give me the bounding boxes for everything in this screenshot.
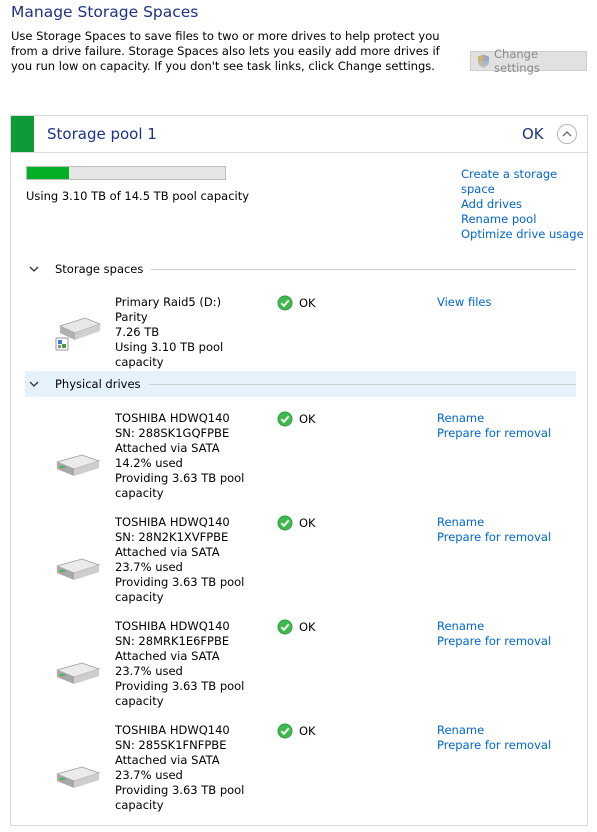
drive-model: TOSHIBA HDWQ140: [115, 515, 230, 529]
drive-info: TOSHIBA HDWQ140 SN: 28N2K1XVFPBE Attache…: [115, 515, 255, 605]
rename-drive-link[interactable]: Rename: [437, 619, 551, 634]
drive-connection: Attached via SATA: [115, 649, 220, 663]
pool-status-bar: [11, 116, 34, 152]
ok-check-icon: [277, 723, 293, 739]
storage-space-usage: Using 3.10 TB pool capacity: [115, 340, 224, 369]
storage-pool-panel: Storage pool 1 OK Using 3.10 TB of 14.5 …: [10, 115, 588, 826]
drive-info: TOSHIBA HDWQ140 SN: 288SK1GQFPBE Attache…: [115, 411, 255, 501]
change-settings-button[interactable]: Change settings: [470, 47, 587, 75]
drive-serial: SN: 285SK1FNFPBE: [115, 738, 227, 752]
storage-space-name: Primary Raid5 (D:): [115, 295, 222, 309]
storage-spaces-section-header[interactable]: Storage spaces: [25, 256, 576, 282]
prepare-for-removal-link[interactable]: Prepare for removal: [437, 634, 551, 649]
ok-check-icon: [277, 619, 293, 635]
physical-drive-row: TOSHIBA HDWQ140 SN: 285SK1FNFPBE Attache…: [11, 723, 587, 823]
drive-model: TOSHIBA HDWQ140: [115, 411, 230, 425]
shield-icon: [478, 54, 489, 68]
rename-drive-link[interactable]: Rename: [437, 723, 551, 738]
drive-actions: Rename Prepare for removal: [437, 411, 551, 441]
chevron-down-icon: [29, 381, 43, 387]
storage-space-info: Primary Raid5 (D:) Parity 7.26 TB Using …: [115, 295, 275, 370]
physical-drives-label: Physical drives: [55, 377, 141, 391]
rename-pool-link[interactable]: Rename pool: [461, 212, 586, 227]
drive-used: 23.7% used: [115, 768, 183, 782]
storage-space-actions: View files: [437, 295, 491, 310]
drive-model: TOSHIBA HDWQ140: [115, 619, 230, 633]
drive-actions: Rename Prepare for removal: [437, 723, 551, 753]
pool-header: Storage pool 1 OK: [11, 116, 587, 153]
create-storage-space-link[interactable]: Create a storage space: [461, 167, 586, 197]
prepare-for-removal-link[interactable]: Prepare for removal: [437, 530, 551, 545]
prepare-for-removal-link[interactable]: Prepare for removal: [437, 738, 551, 753]
drive-connection: Attached via SATA: [115, 753, 220, 767]
physical-drive-row: TOSHIBA HDWQ140 SN: 28MRK1E6FPBE Attache…: [11, 619, 587, 719]
storage-space-status-text: OK: [299, 295, 316, 310]
pool-capacity-fill: [27, 167, 70, 179]
physical-drive-row: TOSHIBA HDWQ140 SN: 28N2K1XVFPBE Attache…: [11, 515, 587, 615]
ok-check-icon: [277, 515, 293, 531]
add-drives-link[interactable]: Add drives: [461, 197, 586, 212]
drive-actions: Rename Prepare for removal: [437, 619, 551, 649]
drive-connection: Attached via SATA: [115, 545, 220, 559]
drive-status: OK: [277, 619, 316, 635]
rename-drive-link[interactable]: Rename: [437, 515, 551, 530]
section-divider: [151, 268, 576, 270]
drive-used: 23.7% used: [115, 664, 183, 678]
drive-status-text: OK: [299, 515, 316, 530]
storage-space-resiliency: Parity: [115, 310, 148, 324]
drive-actions: Rename Prepare for removal: [437, 515, 551, 545]
pool-status: OK: [522, 125, 544, 143]
drive-status: OK: [277, 515, 316, 531]
drive-providing: Providing 3.63 TB pool capacity: [115, 575, 245, 604]
pool-capacity-text: Using 3.10 TB of 14.5 TB pool capacity: [26, 189, 250, 203]
drive-providing: Providing 3.63 TB pool capacity: [115, 783, 245, 812]
chevron-up-icon: [562, 131, 572, 137]
intro-text: Use Storage Spaces to save files to two …: [11, 29, 440, 73]
drive-info: TOSHIBA HDWQ140 SN: 285SK1FNFPBE Attache…: [115, 723, 255, 813]
physical-drive-row: TOSHIBA HDWQ140 SN: 288SK1GQFPBE Attache…: [11, 411, 587, 511]
hard-drive-icon: [55, 662, 101, 684]
rename-drive-link[interactable]: Rename: [437, 411, 551, 426]
drive-used: 14.2% used: [115, 456, 183, 470]
drive-providing: Providing 3.63 TB pool capacity: [115, 471, 245, 500]
section-divider: [148, 383, 576, 385]
drive-status: OK: [277, 411, 316, 427]
drive-serial: SN: 28N2K1XVFPBE: [115, 530, 229, 544]
view-files-link[interactable]: View files: [437, 295, 491, 310]
pool-capacity-bar: [26, 166, 226, 180]
storage-space-drive-icon: [55, 317, 101, 351]
change-settings-label: Change settings: [494, 47, 540, 75]
drive-status-text: OK: [299, 723, 316, 738]
ok-check-icon: [277, 411, 293, 427]
drive-status-text: OK: [299, 619, 316, 634]
page-title: Manage Storage Spaces: [11, 3, 199, 21]
hard-drive-icon: [55, 558, 101, 580]
storage-space-row: Primary Raid5 (D:) Parity 7.26 TB Using …: [11, 295, 587, 369]
storage-spaces-label: Storage spaces: [55, 262, 144, 276]
chevron-down-icon: [29, 266, 43, 272]
drive-providing: Providing 3.63 TB pool capacity: [115, 679, 245, 708]
pool-task-links: Create a storage space Add drives Rename…: [461, 167, 586, 242]
drive-used: 23.7% used: [115, 560, 183, 574]
physical-drives-section-header[interactable]: Physical drives: [25, 371, 576, 397]
drive-info: TOSHIBA HDWQ140 SN: 28MRK1E6FPBE Attache…: [115, 619, 255, 709]
drive-status: OK: [277, 723, 316, 739]
pool-name: Storage pool 1: [47, 125, 157, 143]
storage-space-status: OK: [277, 295, 316, 311]
drive-serial: SN: 288SK1GQFPBE: [115, 426, 230, 440]
drive-serial: SN: 28MRK1E6FPBE: [115, 634, 230, 648]
collapse-button[interactable]: [557, 124, 577, 144]
hard-drive-icon: [55, 454, 101, 476]
drive-status-text: OK: [299, 411, 316, 426]
storage-space-size: 7.26 TB: [115, 325, 160, 339]
prepare-for-removal-link[interactable]: Prepare for removal: [437, 426, 551, 441]
optimize-drive-usage-link[interactable]: Optimize drive usage: [461, 227, 586, 242]
drive-connection: Attached via SATA: [115, 441, 220, 455]
drive-model: TOSHIBA HDWQ140: [115, 723, 230, 737]
hard-drive-icon: [55, 766, 101, 788]
ok-check-icon: [277, 295, 293, 311]
